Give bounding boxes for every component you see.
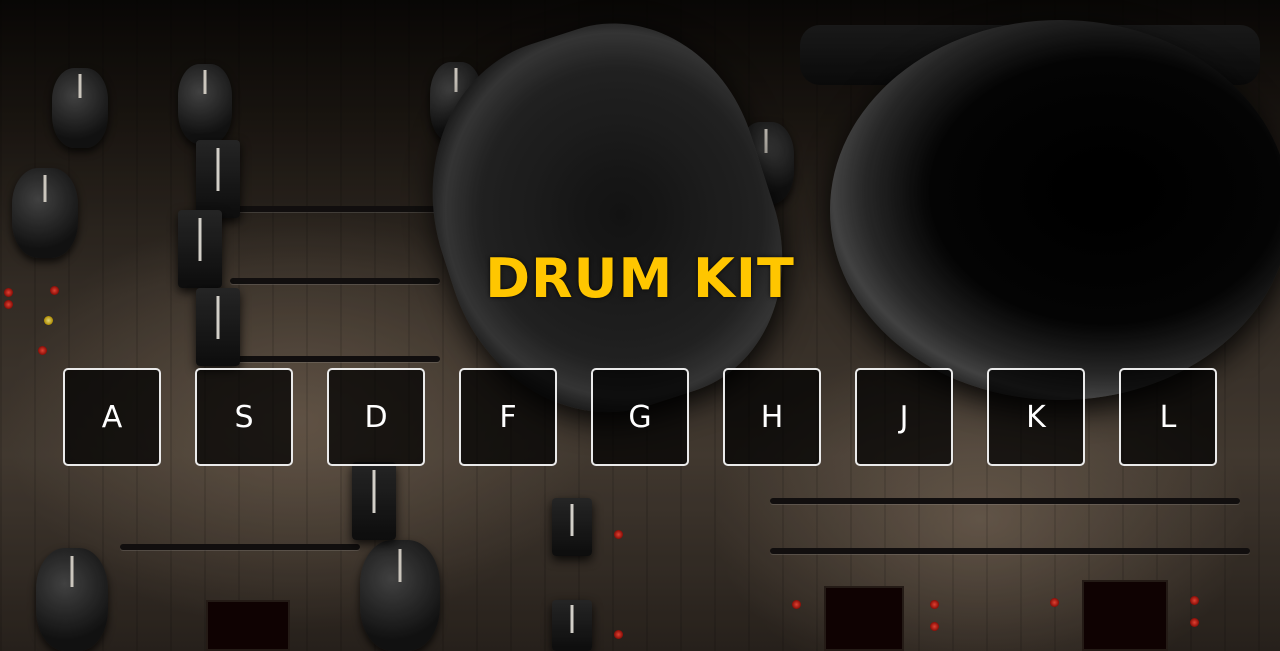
key-label: D [364, 399, 388, 435]
drum-key-s[interactable]: S [195, 368, 293, 466]
key-label: L [1159, 399, 1177, 435]
key-label: K [1026, 399, 1046, 435]
drum-key-h[interactable]: H [723, 368, 821, 466]
key-label: G [628, 399, 652, 435]
key-label: S [234, 399, 254, 435]
drum-key-d[interactable]: D [327, 368, 425, 466]
drum-keys: A S D F G H J K L [63, 368, 1217, 466]
drum-key-f[interactable]: F [459, 368, 557, 466]
drum-key-l[interactable]: L [1119, 368, 1217, 466]
drum-key-j[interactable]: J [855, 368, 953, 466]
page-title: DRUM KIT [485, 247, 795, 310]
key-label: J [899, 399, 909, 435]
drum-key-k[interactable]: K [987, 368, 1085, 466]
drum-key-g[interactable]: G [591, 368, 689, 466]
key-label: F [499, 399, 517, 435]
background-overlay [0, 0, 1280, 651]
key-label: A [101, 399, 123, 435]
background-image: DRUM KIT A S D F G H J K L [0, 0, 1280, 651]
drum-key-a[interactable]: A [63, 368, 161, 466]
key-label: H [760, 399, 784, 435]
